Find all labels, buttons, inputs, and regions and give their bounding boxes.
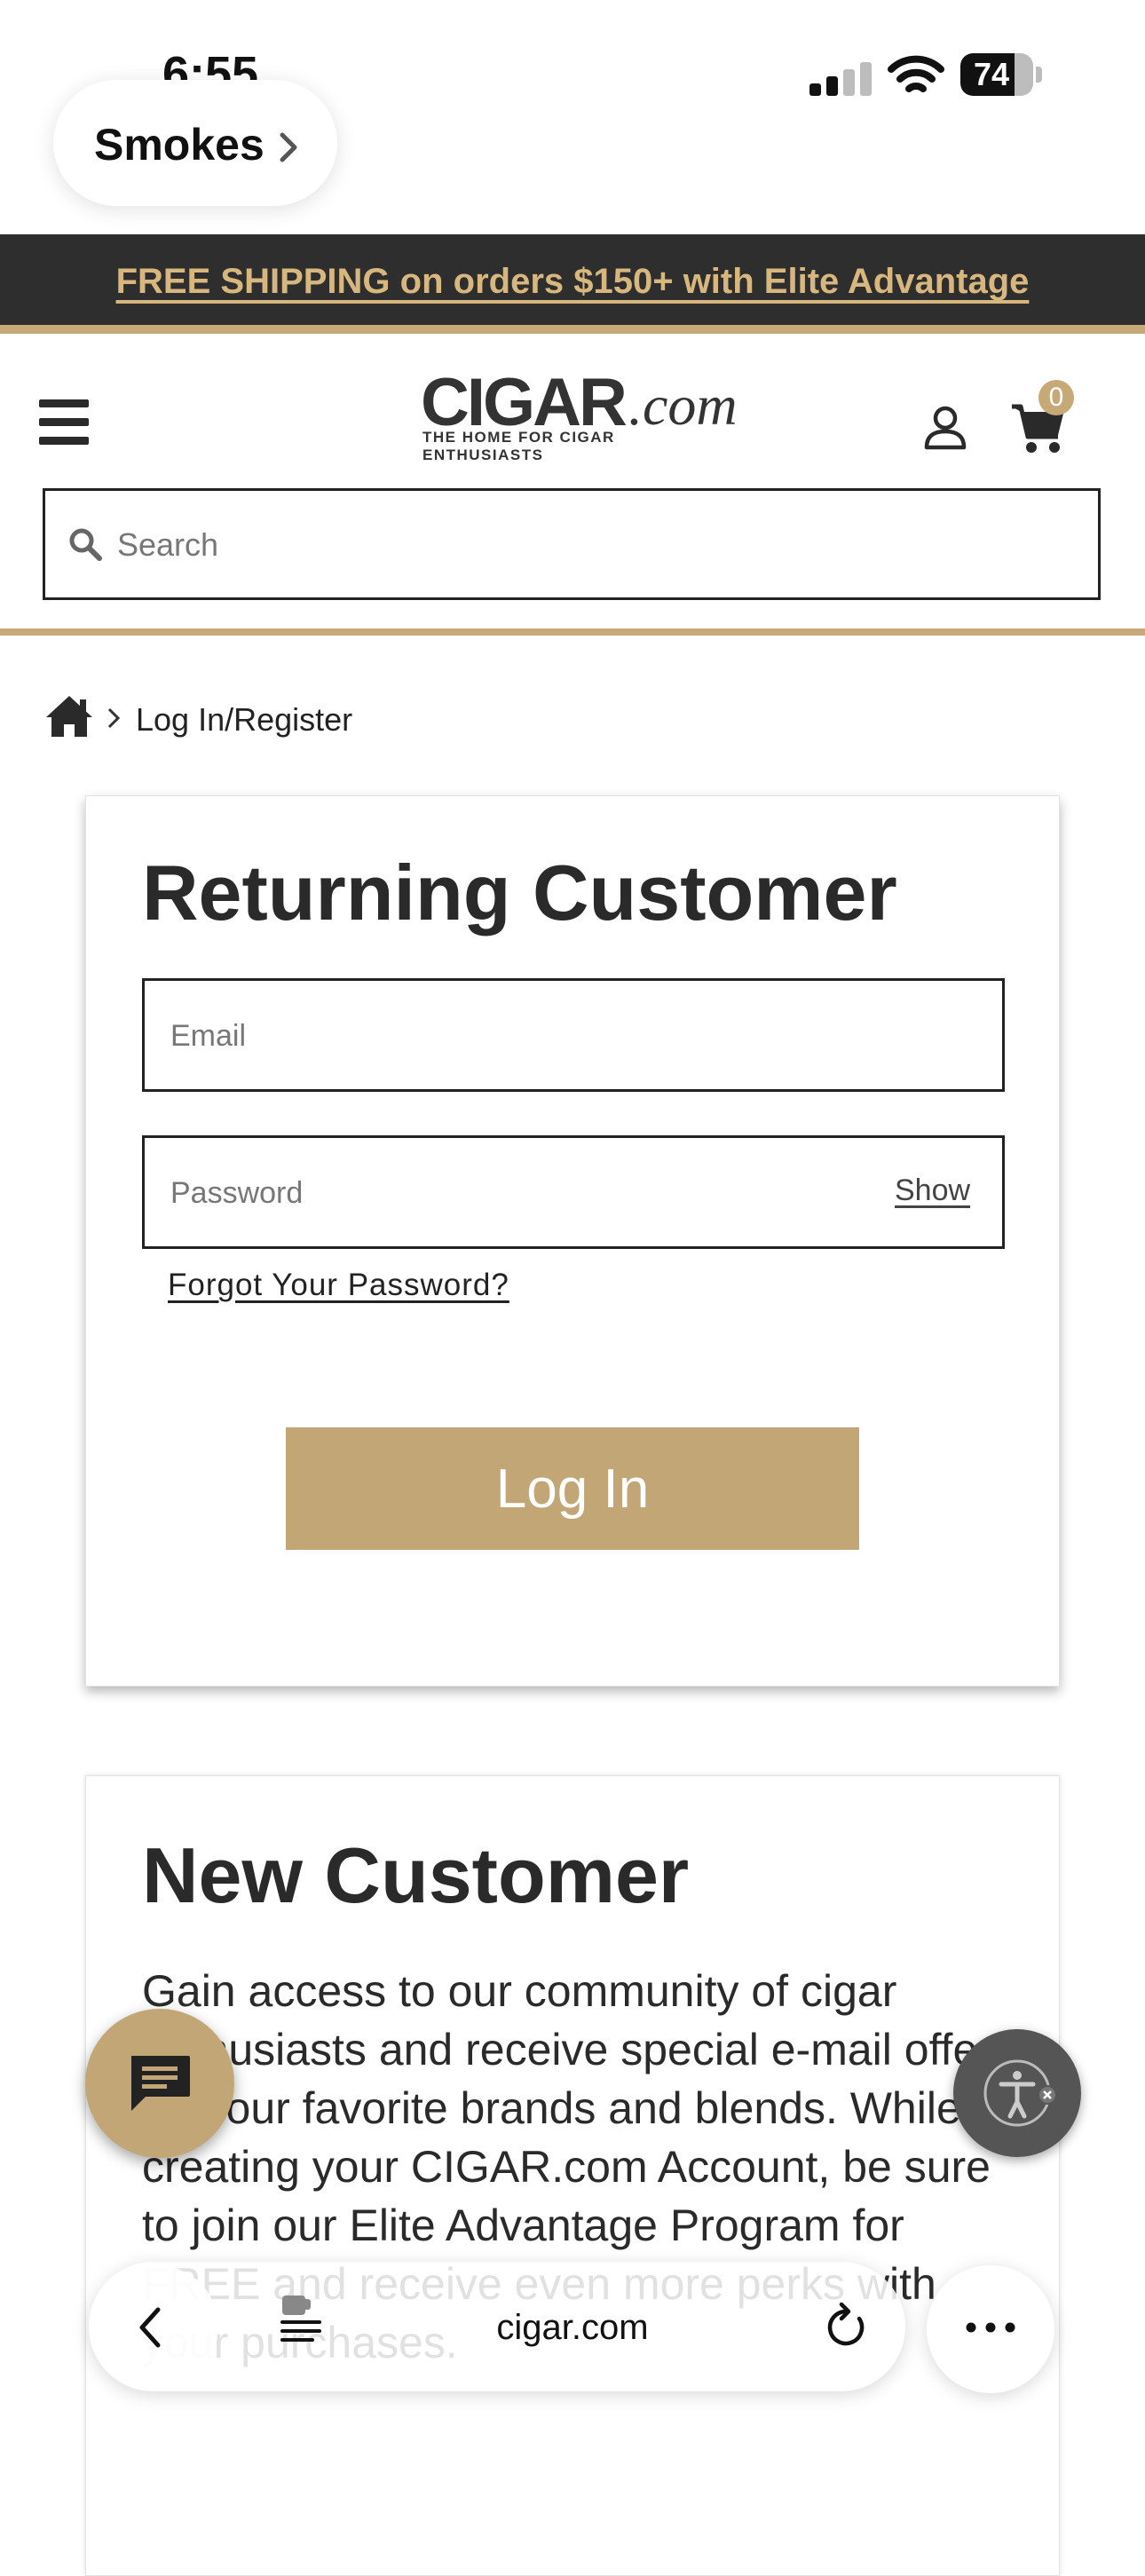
- search-icon: [69, 528, 102, 561]
- password-field[interactable]: [169, 1164, 865, 1222]
- returning-customer-title: Returning Customer: [142, 849, 897, 936]
- forgot-password-link[interactable]: Forgot Your Password?: [168, 1268, 509, 1303]
- wifi-icon: [888, 55, 944, 92]
- url-display[interactable]: cigar.com: [337, 2308, 808, 2348]
- email-field[interactable]: [169, 1007, 971, 1065]
- account-icon[interactable]: [923, 405, 967, 451]
- promo-link[interactable]: FREE SHIPPING on orders $150+ with Elite…: [0, 234, 1145, 328]
- show-password-toggle[interactable]: Show: [895, 1173, 970, 1208]
- chevron-right-icon: [280, 132, 297, 162]
- page-settings-icon[interactable]: [277, 2292, 330, 2345]
- more-dots-icon: [966, 2322, 1015, 2333]
- reload-icon[interactable]: [824, 2301, 868, 2351]
- hamburger-menu-icon[interactable]: [39, 399, 89, 446]
- battery-icon: 74: [960, 53, 1042, 96]
- back-to-app-label: Smokes: [94, 120, 265, 170]
- chat-icon: [131, 2056, 190, 2111]
- login-button[interactable]: Log In: [286, 1427, 859, 1550]
- accessibility-icon: [983, 2059, 1057, 2127]
- search-input[interactable]: [115, 515, 1078, 575]
- new-customer-title: New Customer: [142, 1831, 690, 1919]
- header-divider: [0, 628, 1145, 636]
- cart-count-badge: 0: [1038, 380, 1074, 415]
- site-tagline: THE HOME FOR CIGAR ENTHUSIASTS: [422, 429, 615, 463]
- cellular-signal-icon: [809, 62, 873, 96]
- home-icon[interactable]: [44, 694, 94, 739]
- breadcrumb-current: Log In/Register: [136, 701, 353, 738]
- battery-level: 74: [973, 56, 1010, 92]
- back-arrow-icon: [139, 2307, 161, 2348]
- breadcrumb-chevron-icon: [107, 707, 121, 729]
